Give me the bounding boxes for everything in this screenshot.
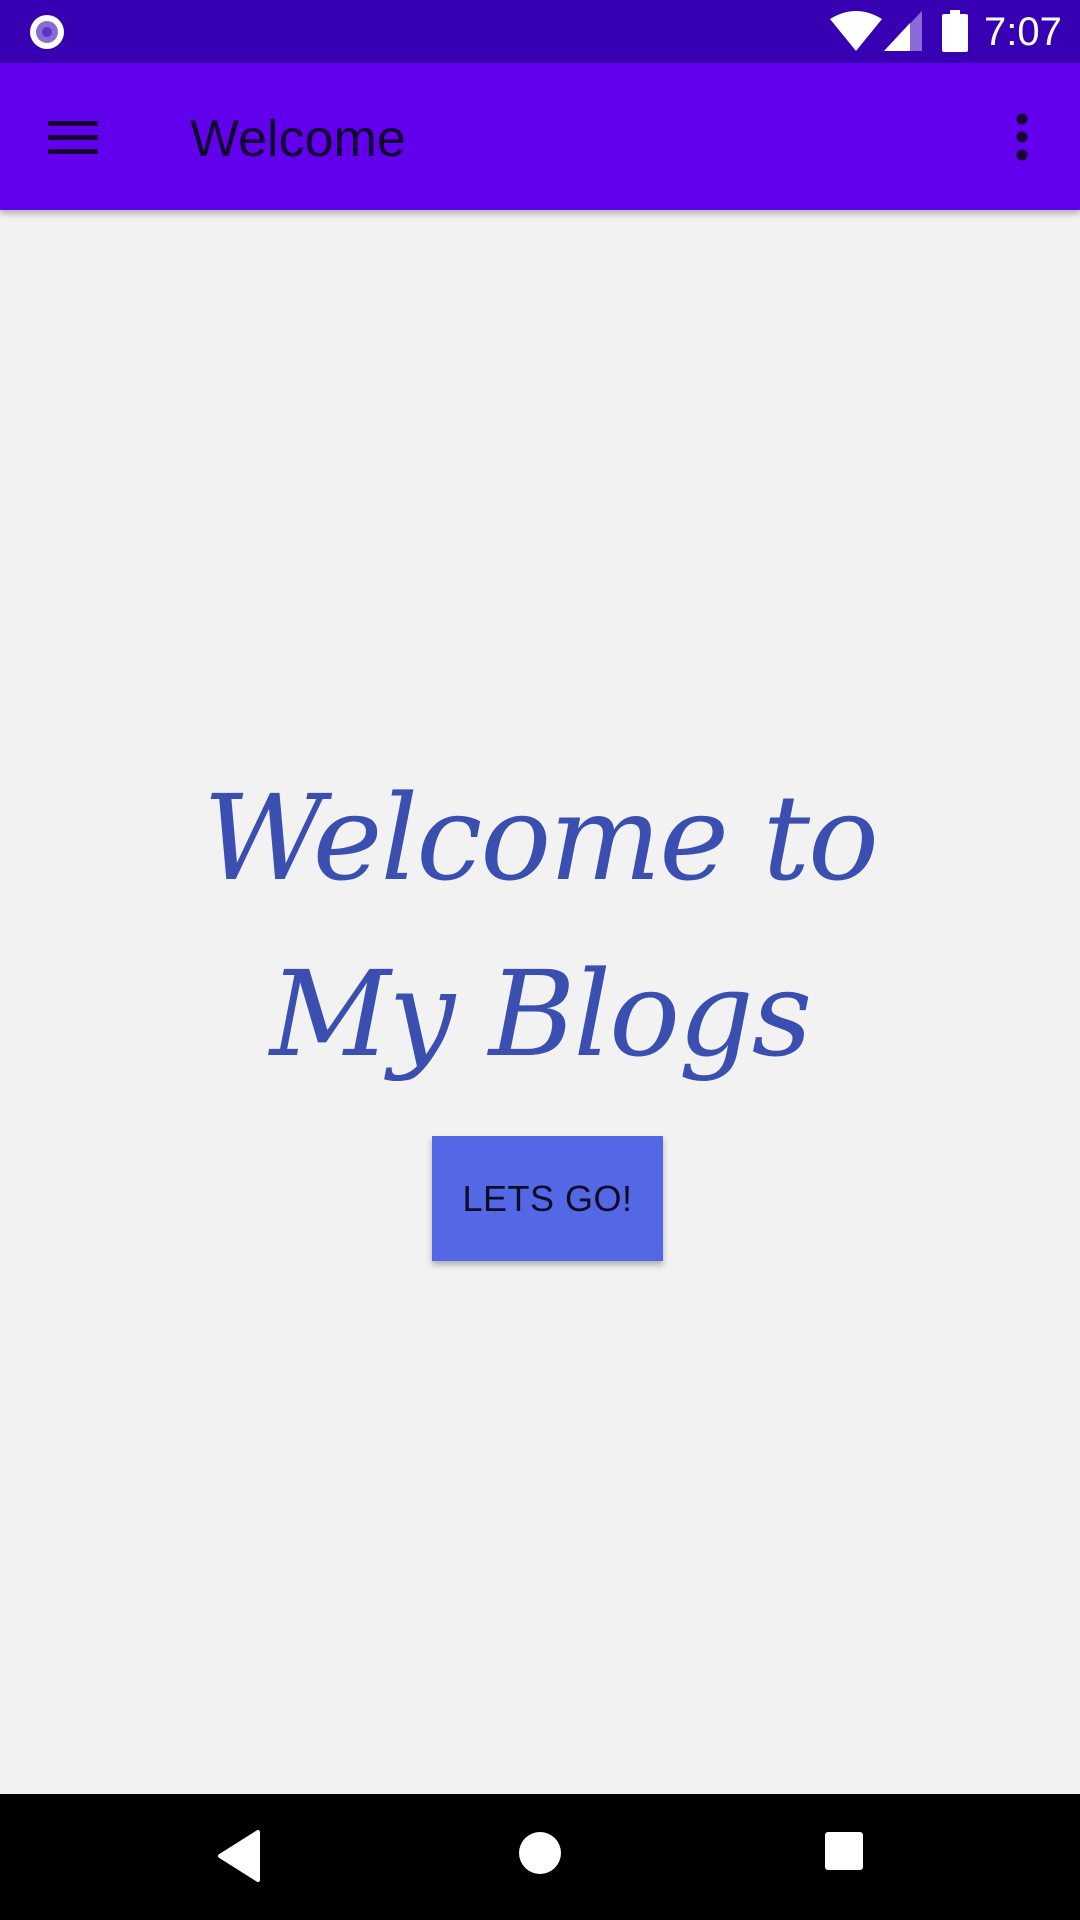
back-triangle-icon[interactable] xyxy=(216,1830,260,1882)
hamburger-menu-icon[interactable] xyxy=(40,107,100,167)
status-time: 7:07 xyxy=(984,10,1062,54)
home-circle-icon[interactable] xyxy=(518,1831,562,1875)
recents-square-icon[interactable] xyxy=(824,1831,864,1871)
app-screen: 7:07 Welcome Welcome to My Blogs LETS GO… xyxy=(0,0,1080,1920)
more-vert-icon[interactable] xyxy=(1002,107,1042,167)
welcome-heading: Welcome to My Blogs xyxy=(0,750,1080,1102)
welcome-heading-line2: My Blogs xyxy=(269,945,813,1083)
welcome-heading-line1: Welcome to xyxy=(202,769,879,907)
status-bar: 7:07 xyxy=(0,0,1080,63)
page-title: Welcome xyxy=(190,110,406,168)
circle-notification-icon xyxy=(30,15,64,49)
system-nav-bar xyxy=(0,1794,1080,1920)
app-bar: Welcome xyxy=(0,63,1080,210)
battery-icon xyxy=(942,10,968,52)
wifi-icon xyxy=(830,11,882,51)
cell-signal-icon xyxy=(884,11,922,51)
lets-go-button[interactable]: LETS GO! xyxy=(432,1136,663,1261)
